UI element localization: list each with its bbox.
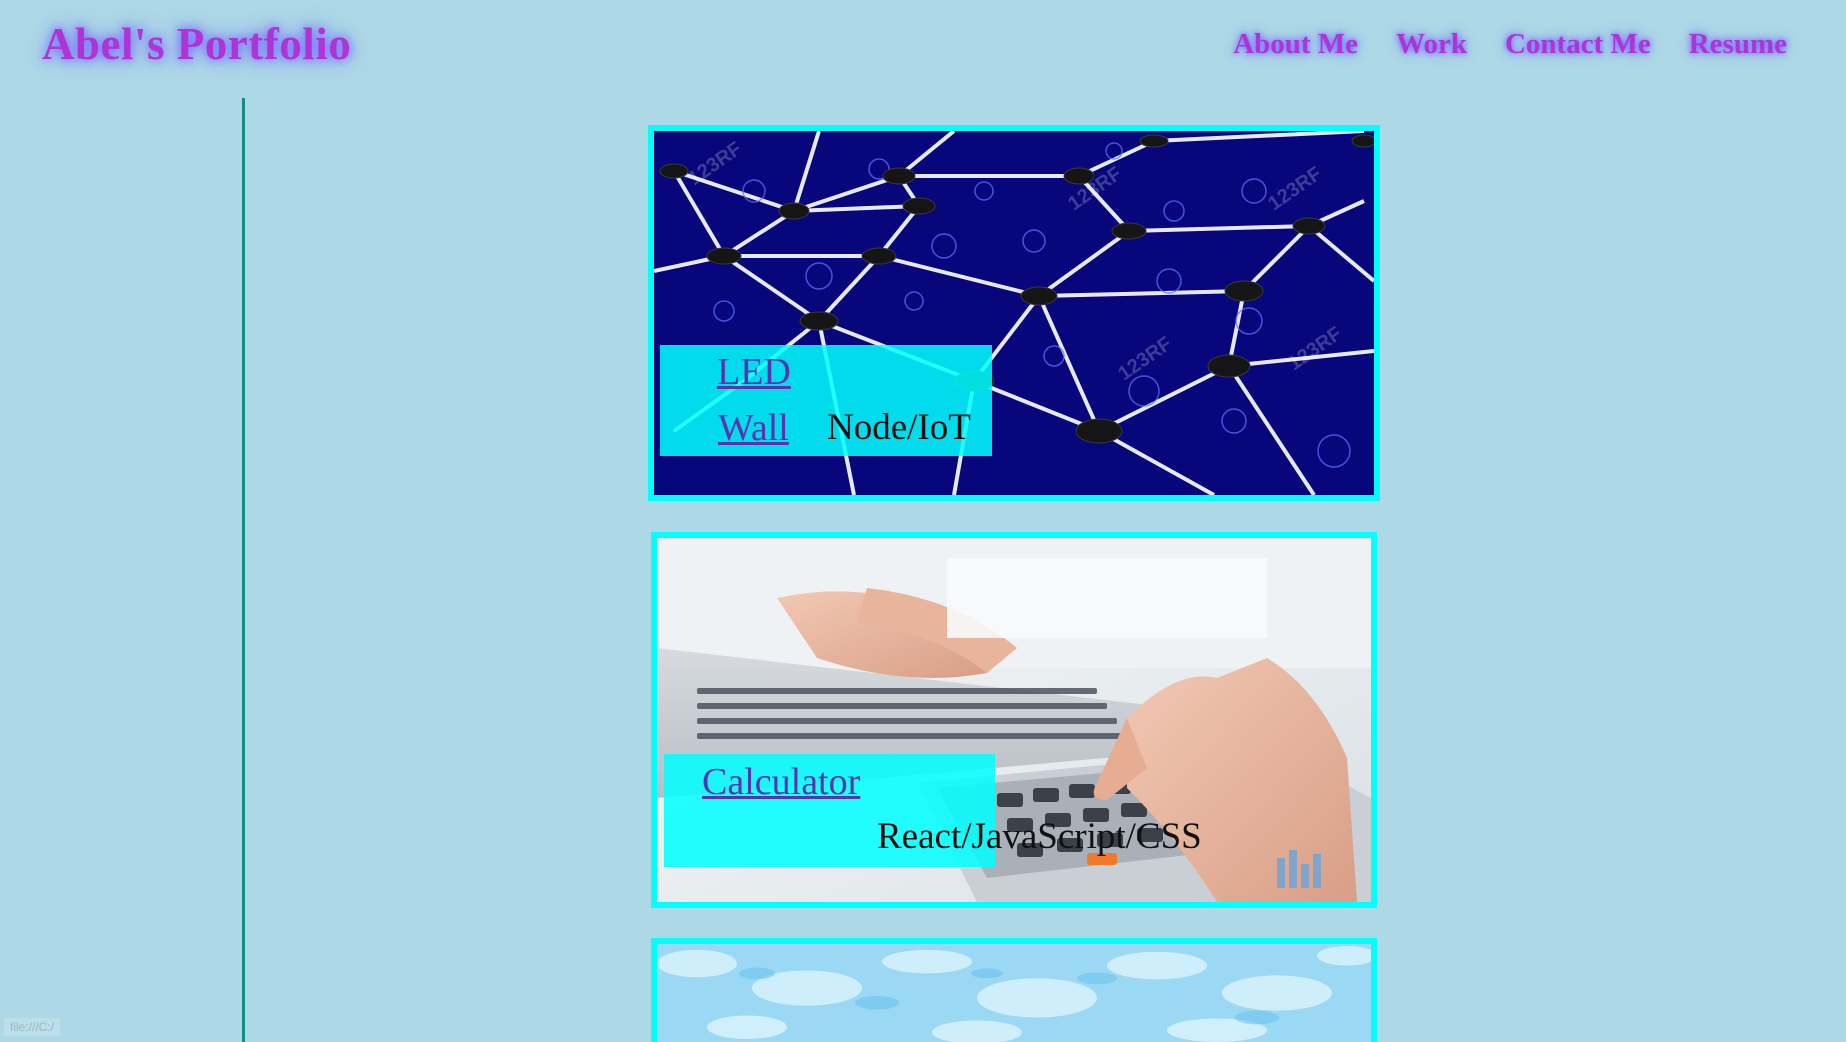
project-link-led[interactable]: LED — [717, 353, 791, 391]
project-caption: LED Wall Node/IoT — [660, 345, 992, 456]
main-nav: About Me Work Contact Me Resume — [1233, 28, 1787, 61]
project-card-calculator: Calculator React/JavaScript/CSS — [651, 532, 1377, 908]
project-caption: Calculator React/JavaScript/CSS — [664, 754, 1202, 867]
portfolio-page: Abel's Portfolio About Me Work Contact M… — [0, 0, 1846, 1042]
site-title: Abel's Portfolio — [42, 19, 352, 69]
project-link-wall[interactable]: Wall — [718, 409, 789, 447]
project-card-third — [651, 938, 1377, 1042]
project-link-calculator[interactable]: Calculator — [702, 763, 860, 801]
nav-work[interactable]: Work — [1396, 28, 1467, 61]
nav-resume[interactable]: Resume — [1689, 28, 1787, 61]
nav-about-me[interactable]: About Me — [1233, 28, 1358, 61]
watercolor-texture-image — [657, 944, 1371, 1042]
sidebar-divider — [242, 98, 245, 1042]
project-card-led-wall: 123RF 123RF 123RF 123RF 123RF LED Wall N… — [648, 125, 1380, 501]
browser-status-bar: file:///C:/ — [4, 1018, 61, 1036]
project-tech-label: React/JavaScript/CSS — [877, 816, 1202, 857]
nav-contact-me[interactable]: Contact Me — [1505, 28, 1651, 61]
project-tech-label: Node/IoT — [827, 407, 971, 448]
